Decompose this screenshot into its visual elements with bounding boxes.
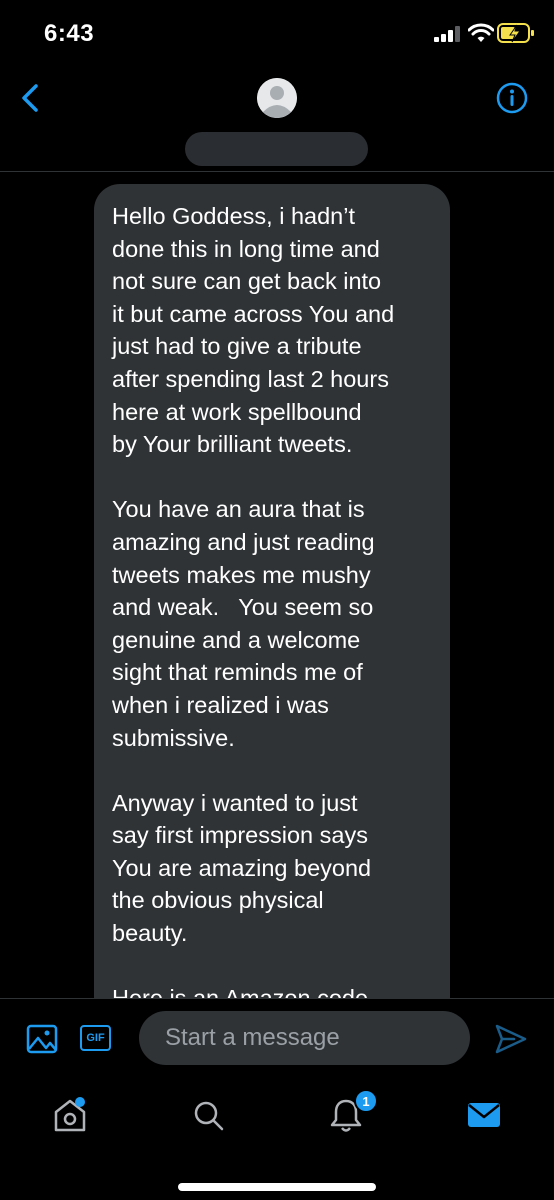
redacted-contact-name: [185, 132, 368, 166]
info-button[interactable]: [496, 82, 528, 114]
tab-search[interactable]: [186, 1093, 230, 1137]
notifications-badge: 1: [354, 1089, 378, 1113]
add-image-button[interactable]: [26, 1023, 58, 1055]
home-indicator: [178, 1183, 376, 1191]
status-time: 6:43: [44, 20, 95, 47]
tab-home[interactable]: [48, 1093, 92, 1137]
send-button[interactable]: [494, 1023, 528, 1055]
message-composer: GIF: [0, 998, 554, 1079]
message-input[interactable]: [139, 1011, 470, 1065]
status-bar: 6:43: [0, 0, 554, 60]
default-avatar-icon: [257, 78, 297, 118]
home-unread-dot: [75, 1097, 85, 1107]
battery-charging-icon: [497, 23, 534, 43]
wifi-icon: [468, 23, 494, 42]
contact-avatar[interactable]: [257, 78, 297, 118]
message-thread[interactable]: Hello Goddess, i hadn’t done this in lon…: [0, 172, 554, 998]
message-paragraph: Here is an Amazon code: [112, 982, 432, 998]
message-paragraph: Anyway i wanted to just say first impres…: [112, 789, 372, 947]
message-paragraph: Hello Goddess, i hadn’t done this in lon…: [112, 203, 395, 458]
conversation-header: [0, 60, 554, 170]
bottom-tab-bar: 1: [0, 1079, 554, 1200]
tab-messages[interactable]: [462, 1093, 506, 1137]
cellular-signal-icon: [434, 26, 460, 42]
received-message-bubble[interactable]: Hello Goddess, i hadn’t done this in lon…: [94, 184, 450, 998]
add-gif-button[interactable]: GIF: [80, 1025, 111, 1051]
back-button[interactable]: [16, 80, 46, 116]
message-paragraph: You have an aura that is amazing and jus…: [112, 496, 375, 751]
